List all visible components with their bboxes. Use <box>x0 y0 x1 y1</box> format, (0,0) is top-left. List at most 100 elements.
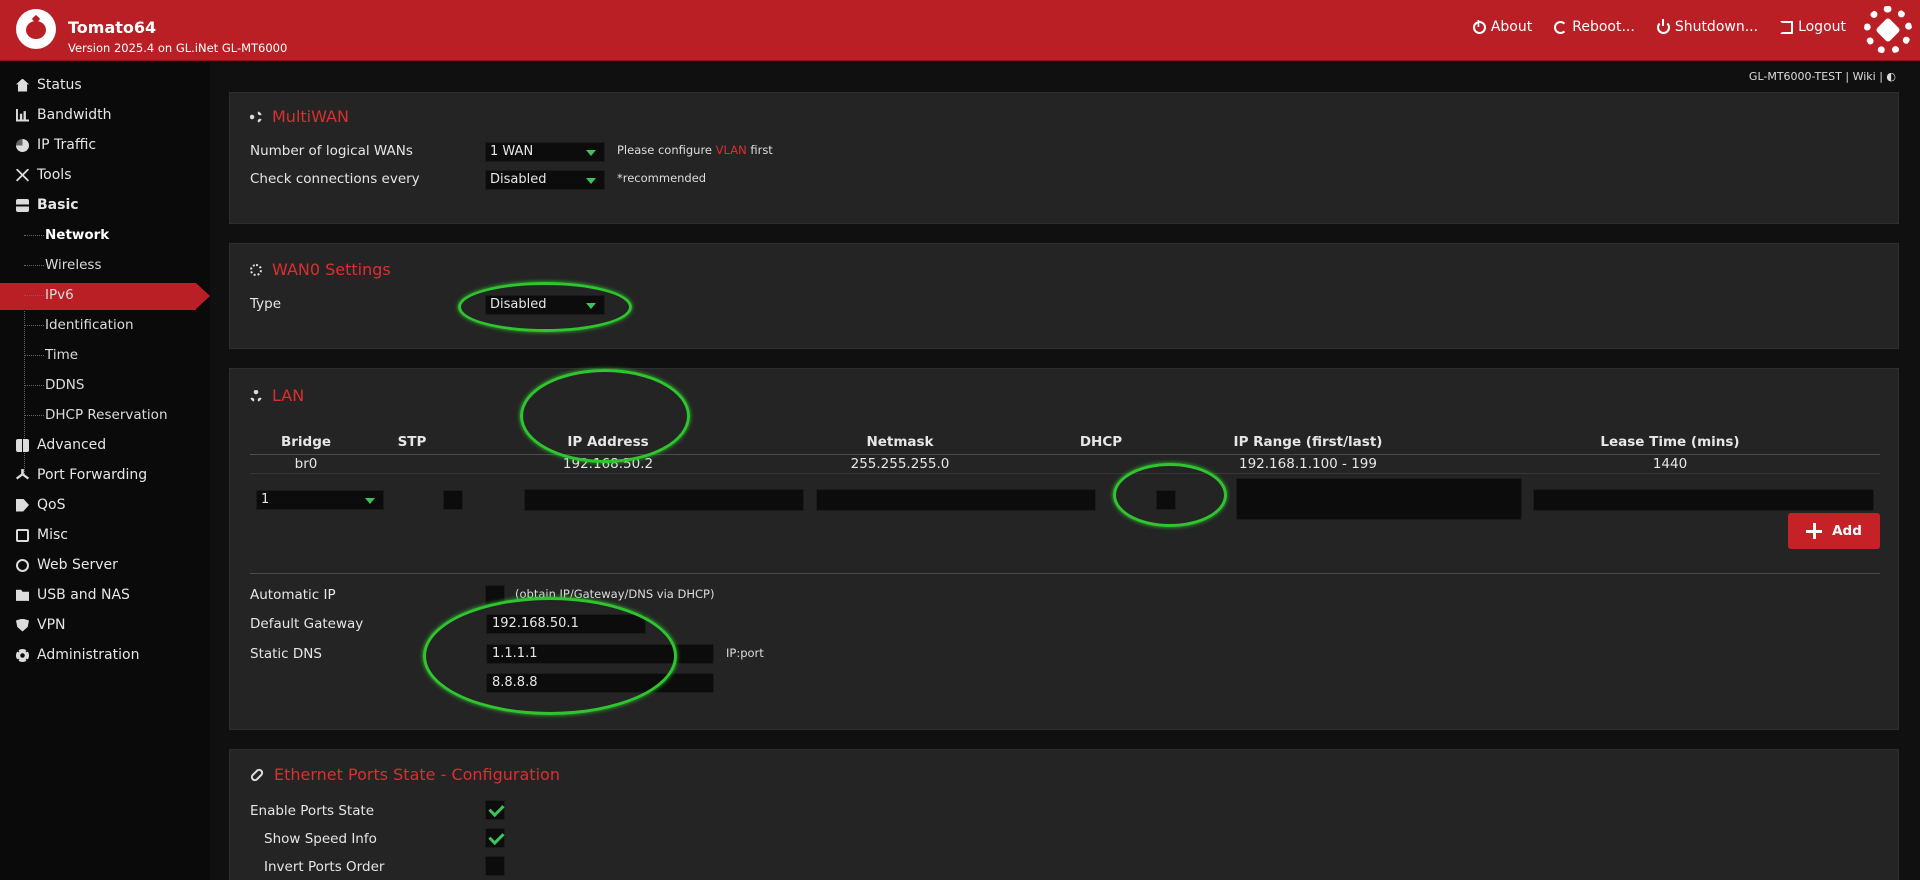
section-divider <box>250 573 1880 574</box>
dotted-circle-icon <box>250 263 262 276</box>
enable-ports-label: Enable Ports State <box>250 803 375 819</box>
col-stp: STP <box>397 434 427 450</box>
logout-link[interactable]: Logout <box>1780 19 1846 35</box>
check-interval-select[interactable]: Disabled <box>485 170 605 190</box>
sidebar-item-basic[interactable]: Basic <box>16 190 79 220</box>
gateway-label: Default Gateway <box>250 616 364 632</box>
sidebar-item-label: Bandwidth <box>37 107 112 123</box>
lan-title-text: LAN <box>272 386 305 405</box>
sidebar-sub-label: Time <box>45 347 79 363</box>
sidebar-sub-time[interactable]: Time <box>24 340 78 370</box>
wan0-type-select[interactable]: Disabled <box>485 295 605 315</box>
globe-icon <box>16 558 29 572</box>
shutdown-label: Shutdown... <box>1674 19 1759 35</box>
sidebar-item-label: IP Traffic <box>37 137 97 153</box>
shield-icon <box>16 618 29 632</box>
wan0-title: WAN0 Settings <box>250 260 391 279</box>
tree-connector <box>24 264 44 266</box>
reboot-link[interactable]: Reboot... <box>1554 19 1635 35</box>
col-ip-address: IP Address <box>567 434 649 450</box>
sidebar-item-ip-traffic[interactable]: IP Traffic <box>16 130 96 160</box>
row-lease-time: 1440 <box>1652 456 1688 472</box>
sidebar-item-label: Web Server <box>37 557 118 573</box>
col-netmask: Netmask <box>866 434 934 450</box>
sidebar-item-label: VPN <box>37 617 66 633</box>
tree-connector <box>24 294 44 296</box>
sidebar-sub-label: Wireless <box>45 257 102 273</box>
sidebar-sub-identification[interactable]: Identification <box>24 310 134 340</box>
auto-ip-checkbox[interactable] <box>485 585 505 605</box>
fork-icon <box>16 468 29 480</box>
sidebar-sub-label: IPv6 <box>45 287 74 303</box>
invert-order-label: Invert Ports Order <box>264 859 385 875</box>
dns1-input[interactable]: 1.1.1.1 <box>486 644 714 664</box>
sidebar-item-bandwidth[interactable]: Bandwidth <box>16 100 112 130</box>
sidebar-sub-ddns[interactable]: DDNS <box>24 370 84 400</box>
sidebar-item-usb-nas[interactable]: USB and NAS <box>16 580 130 610</box>
new-stp-checkbox[interactable] <box>443 490 463 510</box>
tree-connector <box>24 234 44 236</box>
table-header-divider <box>250 454 1880 455</box>
dns2-input[interactable]: 8.8.8.8 <box>486 673 714 693</box>
sidebar-item-label: Status <box>37 77 82 93</box>
new-ip-range-input[interactable] <box>1236 478 1522 520</box>
brand-title: Tomato64 <box>68 18 157 37</box>
wans-note-pre: Please configure <box>617 143 716 157</box>
sidebar-item-web-server[interactable]: Web Server <box>16 550 118 580</box>
sidebar-item-advanced[interactable]: Advanced <box>16 430 106 460</box>
tree-connector <box>24 384 44 386</box>
sidebar-item-administration[interactable]: Administration <box>16 640 139 670</box>
add-bridge-button[interactable]: Add <box>1788 513 1880 549</box>
sidebar-sub-wireless[interactable]: Wireless <box>24 250 102 280</box>
sidebar-item-port-forwarding[interactable]: Port Forwarding <box>16 460 147 490</box>
tools-icon <box>16 168 29 182</box>
vlan-link[interactable]: VLAN <box>716 143 747 157</box>
new-lease-time-input[interactable] <box>1533 489 1874 511</box>
sidebar-item-tools[interactable]: Tools <box>16 160 72 190</box>
sidebar-sub-dhcp-reservation[interactable]: DHCP Reservation <box>24 400 168 430</box>
new-netmask-input[interactable] <box>816 489 1096 511</box>
gateway-input[interactable]: 192.168.50.1 <box>486 614 646 634</box>
sidebar-sub-network[interactable]: Network <box>24 220 109 250</box>
sidebar-sub-label: DDNS <box>45 377 85 393</box>
sidebar-sub-ipv6[interactable]: IPv6 <box>24 280 74 310</box>
pie-icon <box>16 138 29 152</box>
col-ip-range: IP Range (first/last) <box>1233 434 1383 450</box>
host-wiki-line[interactable]: GL-MT6000-TEST | Wiki | ◐ <box>1749 70 1896 83</box>
sidebar-item-vpn[interactable]: VPN <box>16 610 66 640</box>
sidebar-item-label: Port Forwarding <box>37 467 148 483</box>
dns-note: IP:port <box>726 646 764 660</box>
sidebar-sub-label: Network <box>45 227 110 243</box>
col-bridge: Bridge <box>280 434 332 450</box>
enable-ports-checkbox[interactable] <box>485 800 505 820</box>
shutdown-link[interactable]: Shutdown... <box>1656 18 1759 35</box>
wans-select[interactable]: 1 WAN <box>485 142 605 162</box>
row-netmask: 255.255.255.0 <box>850 456 950 472</box>
about-link[interactable]: About <box>1472 19 1532 35</box>
logout-label: Logout <box>1798 19 1846 35</box>
folder-icon <box>16 589 29 601</box>
invert-order-checkbox[interactable] <box>485 856 505 876</box>
new-bridge-select[interactable]: 1 <box>256 490 384 510</box>
sidebar-item-qos[interactable]: QoS <box>16 490 65 520</box>
sidebar: Status Bandwidth IP Traffic Tools Basic … <box>0 61 210 880</box>
new-ip-address-input[interactable] <box>524 489 804 511</box>
sidebar-item-misc[interactable]: Misc <box>16 520 68 550</box>
ethports-panel: Ethernet Ports State - Configuration Ena… <box>229 749 1899 880</box>
tree-connector <box>24 414 44 416</box>
col-dhcp: DHCP <box>1079 434 1123 450</box>
sidebar-item-label: Administration <box>37 647 140 663</box>
lan-panel: LAN Bridge STP IP Address Netmask DHCP I… <box>229 368 1899 730</box>
tree-connector <box>24 354 44 356</box>
power-icon <box>1656 18 1670 34</box>
top-nav: About Reboot... Shutdown... Logout <box>1472 18 1846 35</box>
speed-info-checkbox[interactable] <box>485 828 505 848</box>
check-note: *recommended <box>617 171 707 185</box>
sidebar-item-label: Basic <box>37 197 79 213</box>
multiwan-title: MultiWAN <box>250 107 349 126</box>
new-dhcp-checkbox[interactable] <box>1156 490 1176 510</box>
cast-icon <box>16 528 29 542</box>
wans-note-post: first <box>746 143 773 157</box>
ethports-title-text: Ethernet Ports State - Configuration <box>274 765 560 784</box>
sidebar-item-status[interactable]: Status <box>16 70 82 100</box>
